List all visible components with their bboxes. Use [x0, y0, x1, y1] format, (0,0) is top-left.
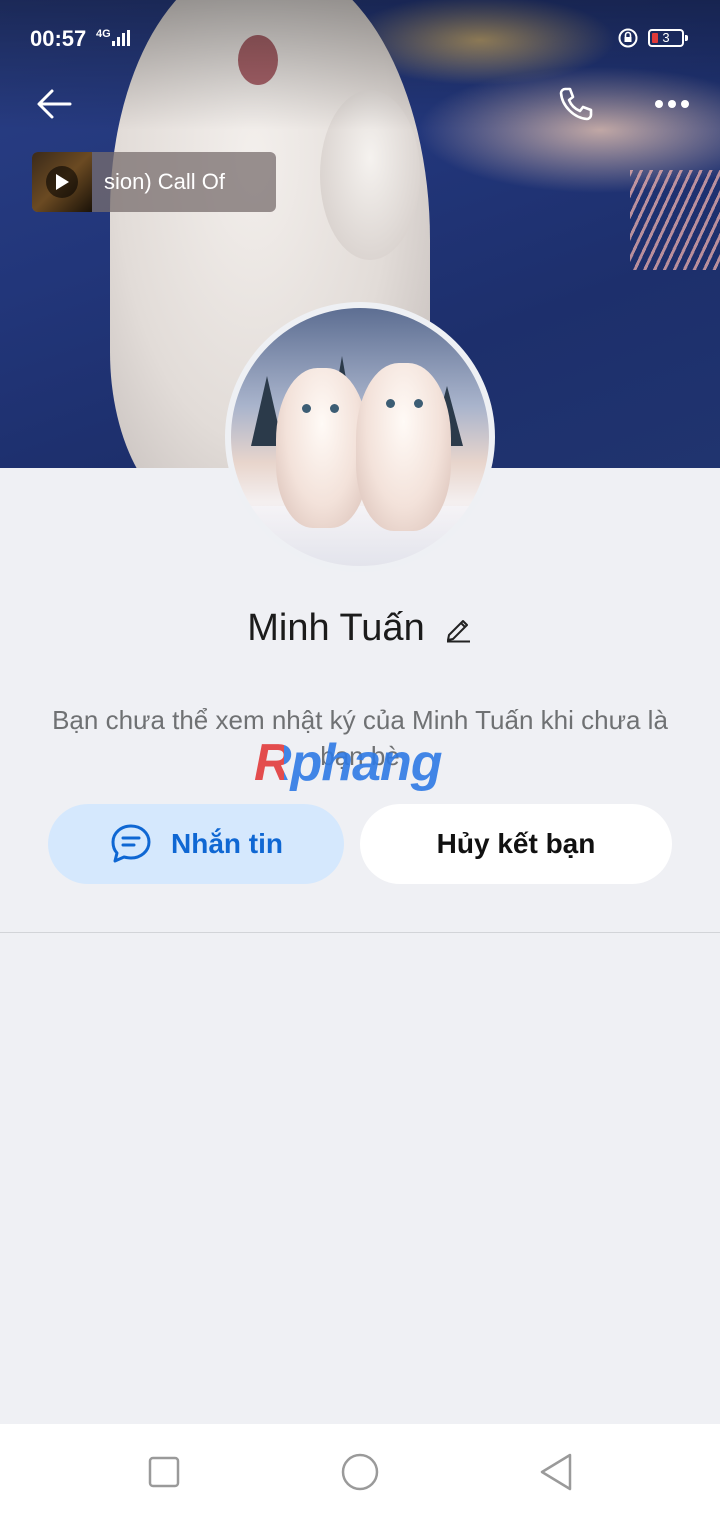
status-bar: 00:57 4G 3 [0, 18, 720, 58]
section-divider [0, 932, 720, 933]
signal-icon [112, 30, 132, 46]
system-back-button[interactable] [532, 1448, 580, 1496]
recent-apps-button[interactable] [140, 1448, 188, 1496]
unfriend-button[interactable]: Hủy kết bạn [360, 804, 672, 884]
circle-icon [341, 1453, 379, 1491]
more-options-button[interactable] [648, 80, 696, 128]
avatar[interactable] [225, 302, 495, 572]
chat-bubble-icon [111, 824, 151, 863]
message-button-label: Nhắn tin [171, 828, 283, 859]
play-icon[interactable] [46, 166, 78, 198]
message-button[interactable]: Nhắn tin [48, 804, 344, 884]
arrow-left-icon [37, 89, 72, 119]
profile-music-chip[interactable]: sion) Call Of [32, 152, 276, 212]
more-dots-icon [655, 100, 689, 108]
cover-fringe [630, 170, 720, 270]
system-navigation-bar [0, 1424, 720, 1520]
watermark-logo: Rphang [254, 734, 443, 792]
unfriend-button-label: Hủy kết bạn [436, 828, 596, 859]
profile-name-row: Minh Tuấn [0, 600, 720, 656]
network-type: 4G [96, 28, 111, 40]
edit-name-button[interactable] [443, 613, 473, 643]
rotation-lock-icon [618, 28, 638, 48]
profile-name: Minh Tuấn [247, 606, 425, 649]
battery-indicator: 3 [648, 29, 688, 47]
pencil-icon [446, 620, 470, 643]
avatar-kitten-left [276, 368, 368, 528]
music-title: sion) Call Of [104, 169, 226, 194]
avatar-kitten-right [356, 363, 451, 531]
home-button[interactable] [336, 1448, 384, 1496]
back-button[interactable] [30, 80, 78, 128]
avatar-snow [231, 506, 489, 566]
triangle-back-icon [540, 1453, 572, 1491]
phone-icon [559, 87, 593, 121]
music-thumbnail [32, 152, 92, 212]
status-time: 00:57 [30, 26, 87, 51]
square-icon [148, 1456, 180, 1488]
call-button[interactable] [552, 80, 600, 128]
